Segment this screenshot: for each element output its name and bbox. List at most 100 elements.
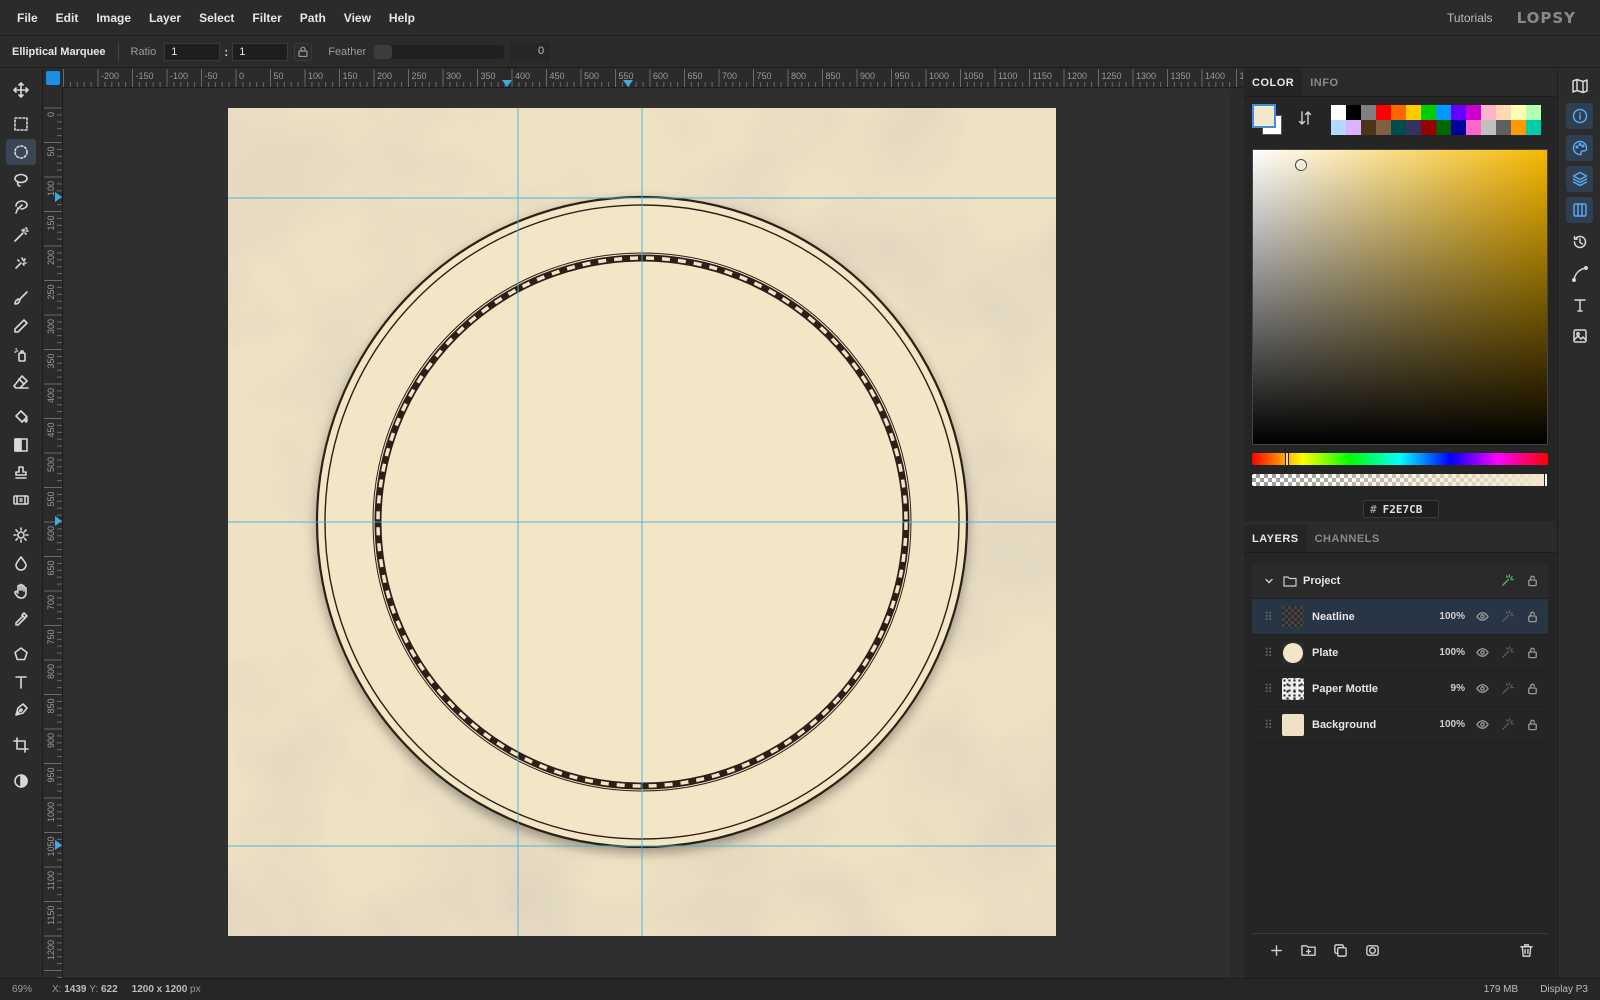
color-picker-cursor[interactable]	[1294, 159, 1307, 172]
vertical-ruler[interactable]: 0 50 100 150 200 250 300 350 400 450 500 550 600 650 7…	[44, 88, 63, 978]
ruler-corner[interactable]	[44, 69, 63, 88]
gradient-tool[interactable]	[6, 432, 36, 458]
paths-panel-button[interactable]	[1566, 261, 1593, 287]
layer-visibility-toggle[interactable]	[1473, 680, 1491, 698]
palette-swatch[interactable]	[1511, 105, 1526, 120]
palette-swatch[interactable]	[1361, 120, 1376, 135]
hue-slider-knob[interactable]	[1285, 452, 1289, 466]
vertical-scrollbar[interactable]	[1229, 89, 1243, 978]
layer-opacity[interactable]: 100%	[1431, 611, 1465, 622]
chevron-down-icon[interactable]	[1264, 576, 1274, 586]
layer-row-background[interactable]: ⠿ Background 100%	[1252, 707, 1548, 743]
layer-lock[interactable]	[1523, 644, 1541, 662]
text-tool[interactable]	[6, 669, 36, 695]
ellipse-select-tool[interactable]	[6, 139, 36, 165]
saturation-value-picker[interactable]	[1252, 149, 1548, 445]
crop-tool[interactable]	[6, 732, 36, 758]
layer-group-project[interactable]: Project	[1252, 563, 1548, 599]
palette-swatch[interactable]	[1361, 105, 1376, 120]
feather-slider-knob[interactable]	[374, 44, 393, 59]
menu-help[interactable]: Help	[380, 0, 424, 36]
palette-swatch[interactable]	[1466, 120, 1481, 135]
palette-swatch[interactable]	[1391, 105, 1406, 120]
rect-select-tool[interactable]	[6, 111, 36, 137]
bucket-tool[interactable]	[6, 404, 36, 430]
guide-marker[interactable]	[623, 80, 633, 87]
layer-effects[interactable]	[1498, 644, 1516, 662]
layer-lock[interactable]	[1523, 680, 1541, 698]
palette-swatch[interactable]	[1451, 120, 1466, 135]
layer-row-neatline[interactable]: ⠿ Neatline 100%	[1252, 599, 1548, 635]
magnetic-lasso-tool[interactable]	[6, 194, 36, 220]
palette-swatch[interactable]	[1481, 120, 1496, 135]
palette-swatch[interactable]	[1436, 105, 1451, 120]
palette-swatch[interactable]	[1526, 105, 1541, 120]
ratio-height-input[interactable]	[232, 42, 289, 61]
eraser-tool[interactable]	[6, 369, 36, 395]
palette-swatch[interactable]	[1376, 105, 1391, 120]
palette-swatch[interactable]	[1406, 120, 1421, 135]
layers-panel-button[interactable]	[1566, 166, 1593, 192]
drag-handle-icon[interactable]: ⠿	[1264, 610, 1273, 624]
hex-color-input[interactable]: # F2E7CB	[1363, 500, 1439, 518]
guide-marker[interactable]	[55, 192, 62, 202]
hand-tool[interactable]	[6, 578, 36, 604]
layer-effects[interactable]	[1498, 716, 1516, 734]
hue-slider[interactable]	[1252, 452, 1548, 466]
brush-tool[interactable]	[6, 285, 36, 311]
add-layer-button[interactable]	[1260, 938, 1292, 964]
delete-layer-button[interactable]	[1510, 938, 1542, 964]
palette-swatch[interactable]	[1496, 120, 1511, 135]
layer-opacity[interactable]: 100%	[1431, 719, 1465, 730]
quick-select-tool[interactable]	[6, 250, 36, 276]
layer-group-effects[interactable]	[1498, 572, 1516, 590]
layer-effects[interactable]	[1498, 680, 1516, 698]
add-mask-button[interactable]	[1356, 938, 1388, 964]
swap-colors-icon[interactable]	[1298, 111, 1312, 125]
info-panel-button[interactable]	[1566, 103, 1593, 129]
guide-marker[interactable]	[55, 840, 62, 850]
duplicate-layer-button[interactable]	[1324, 938, 1356, 964]
layer-visibility-toggle[interactable]	[1473, 644, 1491, 662]
foreground-color-swatch[interactable]	[1252, 104, 1276, 128]
document-canvas[interactable]	[64, 89, 1243, 978]
blur-tool[interactable]	[6, 550, 36, 576]
palette-swatch[interactable]	[1436, 120, 1451, 135]
palette-swatch[interactable]	[1466, 105, 1481, 120]
menu-view[interactable]: View	[335, 0, 380, 36]
layer-opacity[interactable]: 9%	[1431, 683, 1465, 694]
palette-swatch[interactable]	[1481, 105, 1496, 120]
layer-effects[interactable]	[1498, 608, 1516, 626]
menu-file[interactable]: File	[8, 0, 47, 36]
drag-handle-icon[interactable]: ⠿	[1264, 682, 1273, 696]
tab-color[interactable]: COLOR	[1244, 69, 1303, 96]
palette-swatch[interactable]	[1496, 105, 1511, 120]
history-panel-button[interactable]	[1566, 229, 1593, 255]
menu-layer[interactable]: Layer	[140, 0, 190, 36]
menu-filter[interactable]: Filter	[243, 0, 290, 36]
drag-handle-icon[interactable]: ⠿	[1264, 646, 1273, 660]
alpha-slider-knob[interactable]	[1544, 473, 1548, 487]
tab-info[interactable]: INFO	[1302, 69, 1346, 96]
lasso-tool[interactable]	[6, 167, 36, 193]
palette-swatch[interactable]	[1376, 120, 1391, 135]
palette-swatch[interactable]	[1346, 105, 1361, 120]
pencil-tool[interactable]	[6, 313, 36, 339]
menu-image[interactable]: Image	[87, 0, 140, 36]
library-panel-button[interactable]	[1566, 323, 1593, 349]
ratio-lock-button[interactable]	[294, 42, 313, 61]
magic-wand-tool[interactable]	[6, 222, 36, 248]
palette-swatch[interactable]	[1526, 120, 1541, 135]
tab-layers[interactable]: LAYERS	[1244, 525, 1307, 552]
canvas-area[interactable]	[64, 89, 1243, 978]
palette-swatch[interactable]	[1406, 105, 1421, 120]
move-tool[interactable]	[6, 77, 36, 103]
layer-row-paper-mottle[interactable]: ⠿ Paper Mottle 9%	[1252, 671, 1548, 707]
layer-lock[interactable]	[1523, 716, 1541, 734]
palette-swatch[interactable]	[1421, 105, 1436, 120]
menu-edit[interactable]: Edit	[47, 0, 88, 36]
zoom-level[interactable]: 69%	[0, 984, 44, 995]
menu-path[interactable]: Path	[291, 0, 335, 36]
stamp-tool[interactable]	[6, 460, 36, 486]
dodge-tool[interactable]	[6, 522, 36, 548]
